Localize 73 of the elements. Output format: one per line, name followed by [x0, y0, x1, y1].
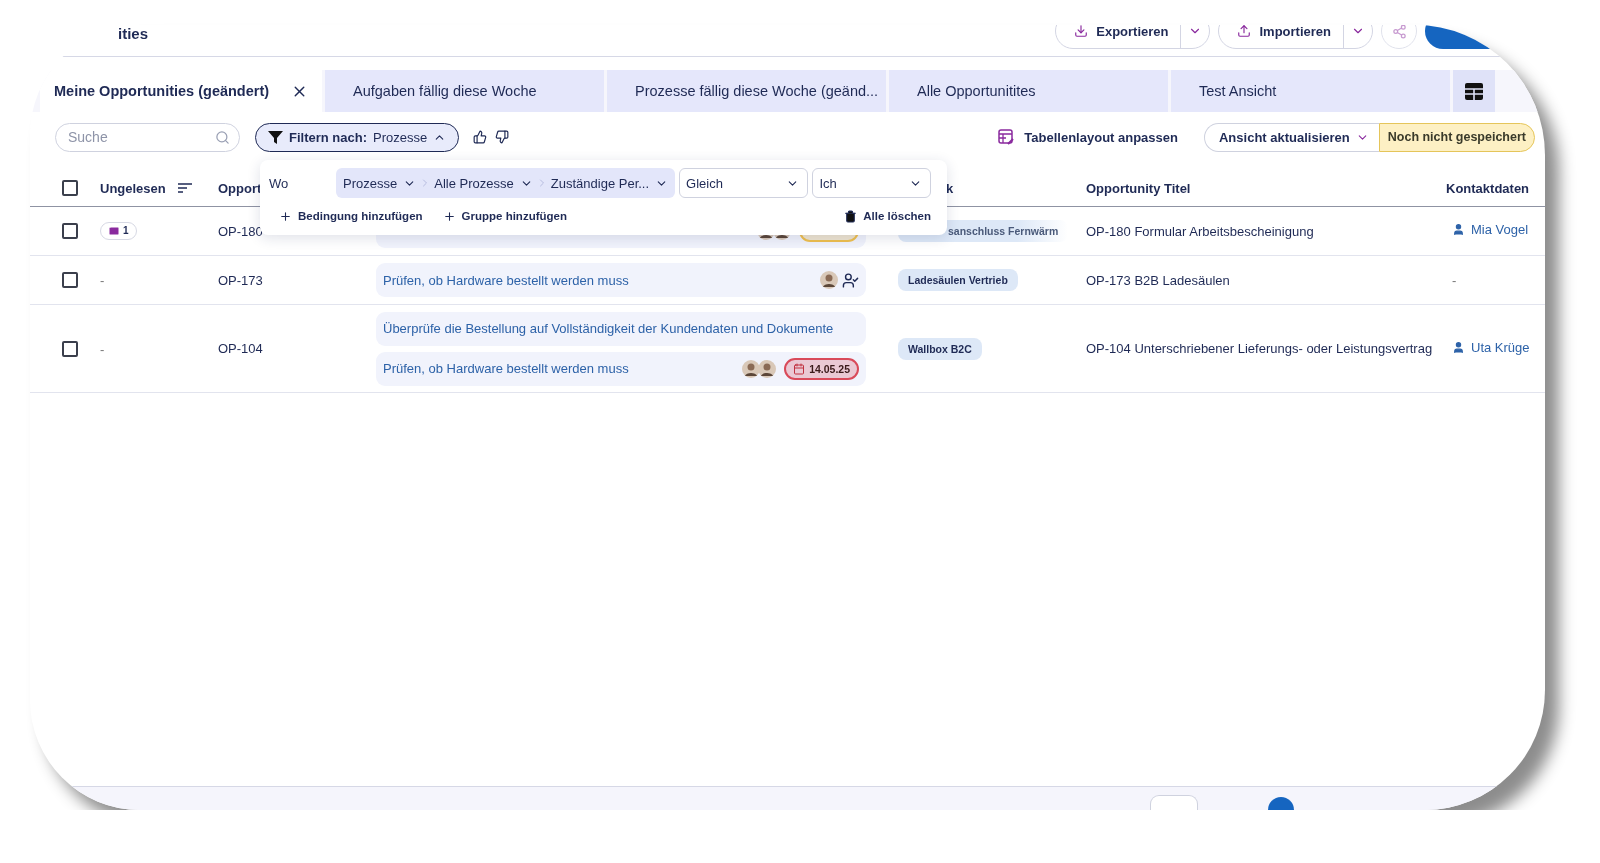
- action-button[interactable]: Importieren: [1219, 25, 1344, 48]
- add-condition-button[interactable]: Bedingung hinzufügen: [279, 209, 423, 223]
- opportunity-title: OP-104 Unterschriebener Lieferungs- oder Leistungsvertrag: [1085, 341, 1434, 356]
- view-tab[interactable]: Meine Opportunities (geändert): [40, 70, 322, 112]
- opportunity-title: OP-173 B2B Ladesäulen: [1085, 272, 1231, 288]
- opportunity-id: OP-180: [218, 223, 264, 239]
- funnel-icon: [268, 129, 283, 145]
- column-header[interactable]: Opport: [218, 180, 262, 196]
- task-chip[interactable]: Prüfen, ob Hardware bestellt werden muss: [376, 263, 866, 297]
- unread-text: -: [100, 341, 105, 357]
- view-tab[interactable]: Test Ansicht: [1171, 70, 1450, 112]
- layout-button[interactable]: Tabellenlayout anpassen: [992, 128, 1184, 146]
- operator-dropdown[interactable]: Gleich: [679, 168, 809, 198]
- column-header[interactable]: Kontaktdaten: [1446, 180, 1530, 196]
- row-checkbox[interactable]: [62, 272, 78, 288]
- view-tab[interactable]: Aufgaben fällig diese Woche: [325, 70, 604, 112]
- page-title: ities: [118, 25, 148, 43]
- due-date-badge: 14.05.25: [784, 357, 859, 380]
- task-link[interactable]: Überprüfe die Bestellung auf Vollständigkeit der Kundendaten und Dokumente: [383, 321, 834, 336]
- process-tag: Wallbox B2C: [898, 337, 982, 360]
- user-check-icon: [842, 271, 859, 289]
- value-dropdown[interactable]: Ich: [812, 168, 931, 198]
- plus-icon: [279, 209, 292, 223]
- select-all-checkbox[interactable]: [62, 180, 78, 196]
- avatar-icon: [758, 359, 777, 378]
- search-field[interactable]: Suche: [55, 122, 240, 152]
- path-dropdown[interactable]: Alle Prozesse: [431, 175, 536, 191]
- process-tag: Ladesäulen Vertrieb: [898, 269, 1018, 291]
- person-icon: [1452, 340, 1465, 354]
- table-icon: [1465, 82, 1483, 100]
- sort-icon[interactable]: [177, 183, 192, 193]
- table-edit-icon: [998, 129, 1015, 145]
- column-header[interactable]: Ungelesen: [100, 180, 166, 196]
- update-view-button[interactable]: Ansicht aktualisieren: [1204, 122, 1379, 152]
- path-dropdown[interactable]: Zuständige Per...: [547, 175, 672, 191]
- share-icon: [1391, 25, 1407, 39]
- trash-icon: [844, 209, 858, 223]
- opportunity-id: OP-104: [218, 341, 264, 356]
- column-header[interactable]: k: [946, 180, 954, 196]
- action-button[interactable]: Exportieren: [1056, 25, 1182, 48]
- column-header[interactable]: Opportunity Titel: [1086, 180, 1191, 196]
- current-page-button[interactable]: [1268, 797, 1294, 810]
- search-icon: [215, 129, 230, 145]
- view-tab[interactable]: Prozesse fällig diese Woche (geänd...: [607, 70, 886, 112]
- save-status: Noch nicht gespeichert: [1378, 122, 1535, 152]
- path-dropdown[interactable]: Prozesse: [340, 175, 420, 191]
- opportunity-id: OP-173: [218, 272, 264, 288]
- task-chip[interactable]: Überprüfe die Bestellung auf Vollständigkeit der Kundendaten und Dokumente: [376, 311, 866, 346]
- clear-all-button[interactable]: Alle löschen: [844, 209, 931, 223]
- page-size-field[interactable]: [1150, 795, 1198, 810]
- upload-icon: [1237, 25, 1252, 38]
- calendar-icon: [793, 362, 806, 375]
- opportunity-title: OP-180 Formular Arbeitsbescheinigung: [1085, 223, 1315, 239]
- mail-icon: [108, 224, 120, 237]
- view-tab[interactable]: Alle Opportunitites: [889, 70, 1168, 112]
- table-layout-button[interactable]: [1453, 70, 1495, 112]
- person-icon: [1452, 223, 1465, 236]
- avatar-icon: [742, 359, 761, 378]
- row-checkbox[interactable]: [62, 223, 78, 239]
- task-link[interactable]: Prüfen, ob Hardware bestellt werden muss: [383, 361, 629, 376]
- contact-link[interactable]: Mia Vogel: [1452, 222, 1529, 237]
- download-icon: [1074, 25, 1089, 38]
- contact-link[interactable]: Uta Krüge: [1452, 339, 1530, 355]
- avatar-icon: [820, 271, 838, 289]
- where-label: Wo: [269, 175, 290, 191]
- contact-text: -: [1452, 273, 1457, 288]
- unread-text: -: [100, 273, 105, 288]
- task-chip[interactable]: Prüfen, ob Hardware bestellt werden muss 14.05.25: [376, 351, 866, 386]
- plus-icon: [442, 209, 456, 223]
- add-group-button[interactable]: Gruppe hinzufügen: [442, 209, 567, 223]
- filter-button[interactable]: Filtern nach: Prozesse: [255, 122, 460, 152]
- task-link[interactable]: Prüfen, ob Hardware bestellt werden muss: [383, 272, 629, 288]
- row-checkbox[interactable]: [62, 340, 78, 357]
